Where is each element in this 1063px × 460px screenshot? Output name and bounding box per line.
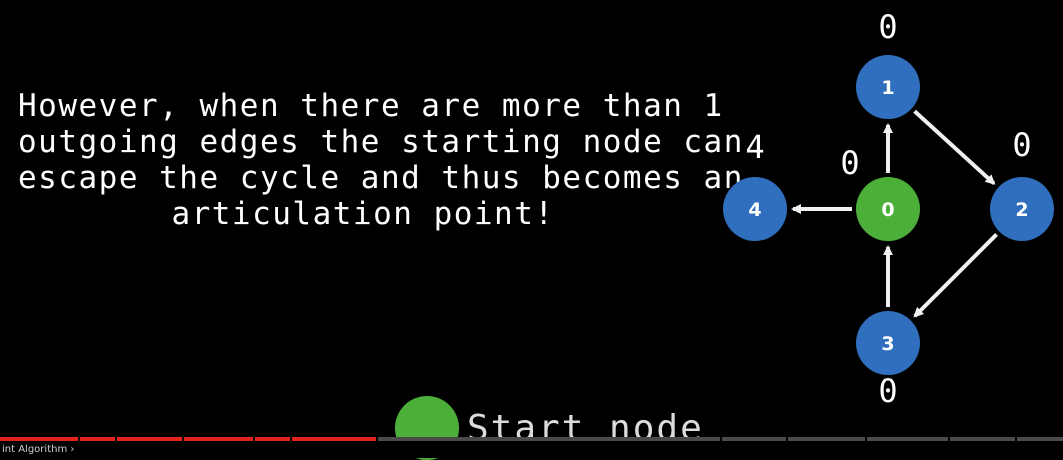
edge-1-to-2 (913, 109, 996, 185)
node-1: 10 (856, 8, 920, 119)
node-2-value: 0 (1012, 126, 1031, 164)
node-0: 00 (840, 144, 920, 241)
chapter-title[interactable]: int Algorithm › (2, 444, 74, 455)
node-3: 30 (856, 311, 920, 410)
node-1-label: 1 (881, 77, 894, 99)
node-4: 44 (723, 128, 787, 241)
node-3-label: 3 (881, 333, 894, 355)
bottom-chapter-strip[interactable]: int Algorithm › (0, 441, 1063, 458)
node-4-value: 4 (745, 128, 764, 166)
nodes-layer: 0010203044 (723, 8, 1054, 410)
node-4-label: 4 (748, 199, 761, 221)
node-3-value: 0 (878, 372, 897, 410)
node-2: 20 (990, 126, 1054, 241)
node-0-value: 0 (840, 144, 859, 182)
node-1-value: 0 (878, 8, 897, 46)
node-0-label: 0 (881, 199, 894, 221)
graph-diagram: 0010203044 (723, 8, 1054, 410)
edge-2-to-3 (913, 233, 998, 318)
node-2-label: 2 (1015, 199, 1028, 221)
